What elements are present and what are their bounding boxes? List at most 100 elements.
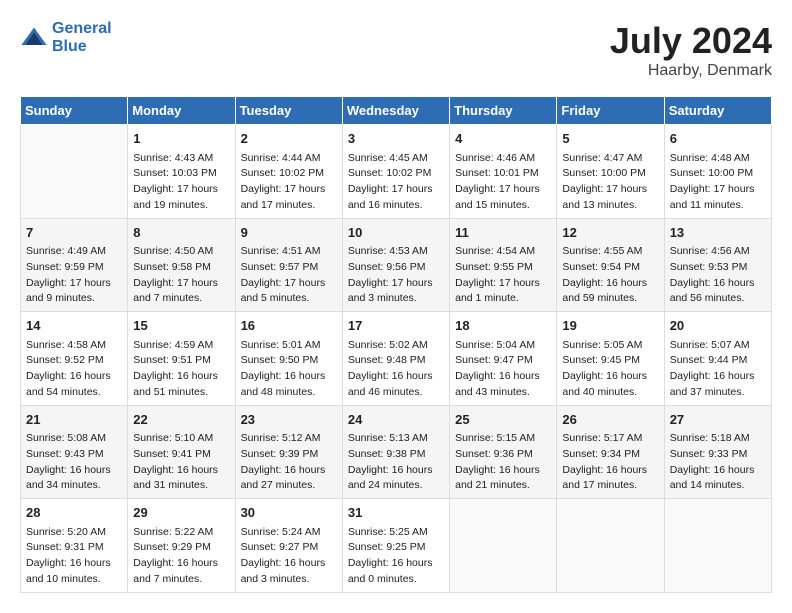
- day-info: and 1 minute.: [455, 291, 551, 307]
- day-number: 24: [348, 410, 444, 430]
- calendar-week-3: 14Sunrise: 4:58 AMSunset: 9:52 PMDayligh…: [21, 312, 772, 406]
- day-info: Sunset: 9:53 PM: [670, 260, 766, 276]
- day-info: Sunrise: 4:54 AM: [455, 244, 551, 260]
- day-info: Sunset: 9:44 PM: [670, 353, 766, 369]
- calendar-cell: 17Sunrise: 5:02 AMSunset: 9:48 PMDayligh…: [342, 312, 449, 406]
- day-info: Sunset: 9:38 PM: [348, 447, 444, 463]
- month-year: July 2024: [610, 20, 772, 62]
- day-info: Sunset: 9:34 PM: [562, 447, 658, 463]
- calendar-cell: 28Sunrise: 5:20 AMSunset: 9:31 PMDayligh…: [21, 499, 128, 593]
- calendar-cell: [664, 499, 771, 593]
- title-block: July 2024 Haarby, Denmark: [610, 20, 772, 80]
- day-info: Sunrise: 5:24 AM: [241, 525, 337, 541]
- calendar-cell: 19Sunrise: 5:05 AMSunset: 9:45 PMDayligh…: [557, 312, 664, 406]
- day-info: and 31 minutes.: [133, 478, 229, 494]
- day-number: 14: [26, 316, 122, 336]
- day-info: and 59 minutes.: [562, 291, 658, 307]
- day-info: Daylight: 16 hours: [670, 369, 766, 385]
- day-info: Sunrise: 4:53 AM: [348, 244, 444, 260]
- day-number: 29: [133, 503, 229, 523]
- day-header-thursday: Thursday: [450, 97, 557, 125]
- day-number: 12: [562, 223, 658, 243]
- day-info: and 54 minutes.: [26, 385, 122, 401]
- calendar-cell: 4Sunrise: 4:46 AMSunset: 10:01 PMDayligh…: [450, 125, 557, 219]
- day-number: 23: [241, 410, 337, 430]
- calendar-cell: 24Sunrise: 5:13 AMSunset: 9:38 PMDayligh…: [342, 405, 449, 499]
- day-info: and 5 minutes.: [241, 291, 337, 307]
- day-number: 22: [133, 410, 229, 430]
- day-number: 10: [348, 223, 444, 243]
- calendar-cell: 8Sunrise: 4:50 AMSunset: 9:58 PMDaylight…: [128, 218, 235, 312]
- day-info: Daylight: 16 hours: [26, 463, 122, 479]
- day-header-friday: Friday: [557, 97, 664, 125]
- logo-icon: [20, 24, 48, 52]
- day-info: Sunset: 9:27 PM: [241, 540, 337, 556]
- day-info: and 37 minutes.: [670, 385, 766, 401]
- day-info: Sunset: 9:25 PM: [348, 540, 444, 556]
- calendar-cell: 27Sunrise: 5:18 AMSunset: 9:33 PMDayligh…: [664, 405, 771, 499]
- day-header-saturday: Saturday: [664, 97, 771, 125]
- day-info: Sunset: 9:36 PM: [455, 447, 551, 463]
- day-info: and 10 minutes.: [26, 572, 122, 588]
- day-number: 16: [241, 316, 337, 336]
- day-info: Sunrise: 4:44 AM: [241, 151, 337, 167]
- day-info: Sunset: 9:59 PM: [26, 260, 122, 276]
- day-number: 21: [26, 410, 122, 430]
- calendar-cell: 13Sunrise: 4:56 AMSunset: 9:53 PMDayligh…: [664, 218, 771, 312]
- day-number: 27: [670, 410, 766, 430]
- day-info: and 40 minutes.: [562, 385, 658, 401]
- day-info: and 27 minutes.: [241, 478, 337, 494]
- day-number: 19: [562, 316, 658, 336]
- day-info: Sunrise: 5:10 AM: [133, 431, 229, 447]
- day-info: Sunrise: 5:04 AM: [455, 338, 551, 354]
- calendar-cell: 6Sunrise: 4:48 AMSunset: 10:00 PMDayligh…: [664, 125, 771, 219]
- day-info: Sunrise: 4:43 AM: [133, 151, 229, 167]
- day-number: 7: [26, 223, 122, 243]
- day-info: and 56 minutes.: [670, 291, 766, 307]
- day-info: Sunset: 10:00 PM: [562, 166, 658, 182]
- calendar-cell: 3Sunrise: 4:45 AMSunset: 10:02 PMDayligh…: [342, 125, 449, 219]
- calendar-cell: 14Sunrise: 4:58 AMSunset: 9:52 PMDayligh…: [21, 312, 128, 406]
- day-info: Sunset: 10:00 PM: [670, 166, 766, 182]
- day-info: and 11 minutes.: [670, 198, 766, 214]
- day-info: Daylight: 17 hours: [348, 276, 444, 292]
- day-info: Daylight: 16 hours: [670, 276, 766, 292]
- day-info: and 14 minutes.: [670, 478, 766, 494]
- day-number: 28: [26, 503, 122, 523]
- calendar-cell: 7Sunrise: 4:49 AMSunset: 9:59 PMDaylight…: [21, 218, 128, 312]
- day-info: Daylight: 17 hours: [670, 182, 766, 198]
- calendar-cell: 10Sunrise: 4:53 AMSunset: 9:56 PMDayligh…: [342, 218, 449, 312]
- day-info: and 16 minutes.: [348, 198, 444, 214]
- day-info: Daylight: 16 hours: [241, 369, 337, 385]
- day-info: and 48 minutes.: [241, 385, 337, 401]
- day-info: Daylight: 16 hours: [455, 463, 551, 479]
- day-number: 15: [133, 316, 229, 336]
- location: Haarby, Denmark: [610, 62, 772, 80]
- day-info: and 7 minutes.: [133, 572, 229, 588]
- calendar-cell: 21Sunrise: 5:08 AMSunset: 9:43 PMDayligh…: [21, 405, 128, 499]
- calendar-cell: 23Sunrise: 5:12 AMSunset: 9:39 PMDayligh…: [235, 405, 342, 499]
- day-number: 17: [348, 316, 444, 336]
- calendar-cell: [21, 125, 128, 219]
- day-number: 2: [241, 129, 337, 149]
- calendar-cell: 5Sunrise: 4:47 AMSunset: 10:00 PMDayligh…: [557, 125, 664, 219]
- day-info: Daylight: 17 hours: [348, 182, 444, 198]
- day-info: Sunset: 9:29 PM: [133, 540, 229, 556]
- day-info: Daylight: 16 hours: [26, 556, 122, 572]
- day-info: Sunrise: 5:08 AM: [26, 431, 122, 447]
- day-info: Daylight: 16 hours: [241, 556, 337, 572]
- day-info: Daylight: 17 hours: [133, 182, 229, 198]
- day-info: Daylight: 16 hours: [26, 369, 122, 385]
- day-info: and 34 minutes.: [26, 478, 122, 494]
- day-info: Sunset: 9:54 PM: [562, 260, 658, 276]
- day-number: 26: [562, 410, 658, 430]
- day-number: 6: [670, 129, 766, 149]
- day-number: 11: [455, 223, 551, 243]
- calendar-cell: 15Sunrise: 4:59 AMSunset: 9:51 PMDayligh…: [128, 312, 235, 406]
- day-info: Sunrise: 5:07 AM: [670, 338, 766, 354]
- page-header: General Blue July 2024 Haarby, Denmark: [20, 20, 772, 80]
- day-info: Daylight: 17 hours: [26, 276, 122, 292]
- day-header-tuesday: Tuesday: [235, 97, 342, 125]
- day-info: Sunset: 9:43 PM: [26, 447, 122, 463]
- day-info: and 3 minutes.: [348, 291, 444, 307]
